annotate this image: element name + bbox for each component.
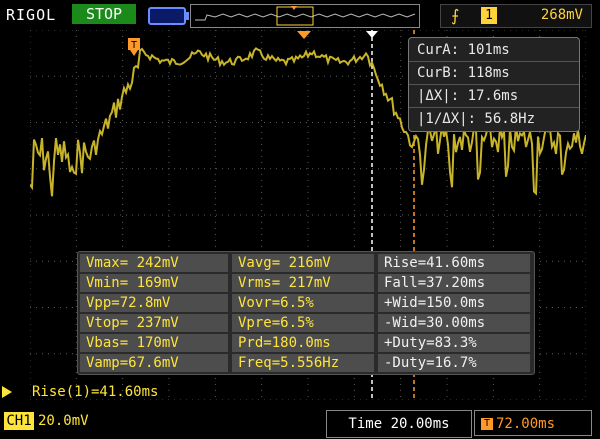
meas-pos-duty: +Duty=83.3% [378,334,530,352]
channel-1-badge[interactable]: CH1 [4,412,34,430]
trigger-pos-arrow [130,50,138,56]
trigger-position-readout[interactable]: T 72.00ms [474,410,592,436]
meas-neg-duty: -Duty=16.7% [378,354,530,372]
trigger-position-icon: T [481,418,493,430]
cursor-delta-x: |ΔX|: 17.6ms [409,85,579,108]
meas-vovr: Vovr=6.5% [232,294,374,312]
measurement-column-voltage: Vmax= 242mV Vmin= 169mV Vpp=72.8mV Vtop=… [80,252,228,374]
trigger-source-badge: 1 [481,7,497,24]
meas-rise: Rise=41.60ms [378,254,530,272]
trigger-position-value: 72.00ms [496,416,556,432]
memory-overview-strip [190,4,420,28]
meas-vamp: Vamp=67.6mV [80,354,228,372]
meas-vrms: Vrms= 217mV [232,274,374,292]
cursor-inverse-delta-x: |1/ΔX|: 56.8Hz [417,111,536,127]
cursor-b-value: CurB: 118ms [409,62,579,85]
cursor-readout-panel: CurA: 101ms CurB: 118ms |ΔX|: 17.6ms |1/… [408,37,580,132]
meas-neg-width: -Wid=30.00ms [378,314,530,332]
cursor-a-marker-icon [366,31,378,38]
meas-freq: Freq=5.556Hz [232,354,374,372]
channel-1-ground-marker-icon[interactable] [2,386,12,398]
trigger-panel[interactable]: ⨍ 1 268mV [440,4,592,28]
brand-label: RIGOL [6,6,57,24]
meas-pos-width: +Wid=150.0ms [378,294,530,312]
channel-1-scale[interactable]: 20.0mV [38,412,89,430]
meas-vpp: Vpp=72.8mV [80,294,228,312]
meas-vbas: Vbas= 170mV [80,334,228,352]
svg-text:T: T [131,40,137,51]
meas-prd: Prd=180.0ms [232,334,374,352]
battery-icon [148,7,189,25]
cursor-a-value: CurA: 101ms [409,39,579,62]
timebase-readout[interactable]: Time 20.00ms [326,410,472,438]
run-stop-indicator[interactable]: STOP [72,4,136,24]
trigger-marker-icon [297,31,311,39]
trigger-level: 268mV [540,7,583,23]
measurement-column-average: Vavg= 216mV Vrms= 217mV Vovr=6.5% Vpre=6… [232,252,374,374]
meas-vtop: Vtop= 237mV [80,314,228,332]
meas-vavg: Vavg= 216mV [232,254,374,272]
top-status-bar: RIGOL STOP ⨍ 1 268mV [0,0,600,30]
rising-edge-icon: ⨍ [451,6,460,25]
meas-vmin: Vmin= 169mV [80,274,228,292]
measurement-panel: Vmax= 242mV Vmin= 169mV Vpp=72.8mV Vtop=… [77,251,535,375]
meas-fall: Fall=37.20ms [378,274,530,292]
meas-vmax: Vmax= 242mV [80,254,228,272]
meas-vpre: Vpre=6.5% [232,314,374,332]
rise-readout: Rise(1)=41.60ms [32,384,159,400]
measurement-column-time: Rise=41.60ms Fall=37.20ms +Wid=150.0ms -… [378,252,530,374]
